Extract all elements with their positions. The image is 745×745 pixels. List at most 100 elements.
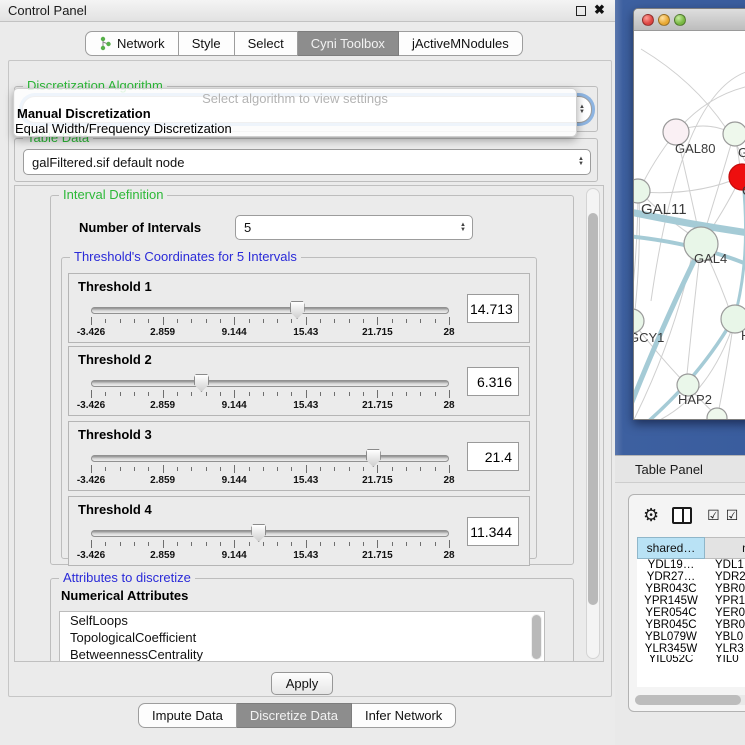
node-ga [723,122,745,146]
tab-network[interactable]: Network [85,31,179,56]
node-label: GAL80 [675,141,715,156]
tab-jactivemnodules[interactable]: jActiveMNodules [399,31,523,56]
node-label: GAL4 [694,251,727,266]
close-traffic-light-icon[interactable] [642,14,654,26]
table-data-combobox[interactable]: galFiltered.sif default node ▲▼ [23,149,591,175]
threshold-value-field[interactable] [467,442,519,471]
table-data-value: galFiltered.sif default node [32,155,184,170]
attributes-group: Attributes to discretize Numerical Attri… [50,578,574,662]
control-panel-title: Control Panel [8,3,87,18]
bottom-tabbar: Impute Data Discretize Data Infer Networ… [138,703,456,728]
screen: Control Panel ✖ Network Style Select Cyn… [0,0,745,745]
table-row[interactable]: YBR045CYBR0 [637,619,745,631]
select-all-checkbox-icon[interactable]: ☑ [707,507,720,524]
table-row[interactable]: YER054CYER0 [637,607,745,619]
network-window-titlebar[interactable] [634,9,745,31]
combo-spinner-icon[interactable]: ▲▼ [579,105,585,115]
slider-ticks [91,465,449,474]
tab-discretize-data[interactable]: Discretize Data [237,703,352,728]
table-row[interactable]: YDR27…YDR2 [637,571,745,583]
node-table: shared… n YDL19…YDL1 YDR27…YDR2 YBR043CY… [637,537,745,687]
tab-impute-data[interactable]: Impute Data [138,703,237,728]
table-row[interactable]: YIL052CYIL0 [637,655,745,663]
popup-option-manual-discretization[interactable]: Manual Discretization [17,106,151,121]
slider-track[interactable] [91,530,449,537]
tab-label: Cyni Toolbox [311,36,385,51]
threshold-label: Threshold 1 [78,279,152,294]
slider-track[interactable] [91,380,449,387]
settings-scrollbar[interactable] [586,188,600,659]
zoom-traffic-light-icon[interactable] [674,14,686,26]
node-label: GAL11 [641,201,687,218]
slider-track[interactable] [91,307,449,314]
minimize-traffic-light-icon[interactable] [658,14,670,26]
tab-select[interactable]: Select [235,31,298,56]
threshold-2-slider[interactable]: -3.426 2.859 9.144 15.43 21.715 28 [91,380,449,410]
close-icon[interactable]: ✖ [594,2,605,18]
table-panel-title: Table Panel [635,462,703,477]
network-window[interactable]: GAL80 GA C GAL11 GAL4 GCY1 H HAP2 [633,8,745,420]
tab-infer-network[interactable]: Infer Network [352,703,456,728]
table-row[interactable]: YLR345WYLR3 [637,643,745,655]
threshold-4-box: Threshold 4 -3.426 2.859 9.144 15.43 21.… [68,496,530,566]
number-of-intervals-label: Number of Intervals [79,220,201,235]
float-window-icon[interactable] [576,6,586,16]
tab-cyni-toolbox[interactable]: Cyni Toolbox [298,31,399,56]
attributes-title: Attributes to discretize [59,570,195,585]
tab-label: jActiveMNodules [412,36,509,51]
table-row[interactable]: YPR145WYPR1 [637,595,745,607]
table-container: ⚙ ☑ ☑ shared… n YDL19…YDL1 YDR27…YDR2 YB… [628,494,745,712]
threshold-3-slider[interactable]: -3.426 2.859 9.144 15.43 21.715 28 [91,455,449,485]
column-header-shared-name[interactable]: shared… [637,537,705,559]
table-toolbar: ⚙ ☑ ☑ [629,495,745,535]
popup-prompt: Select algorithm to view settings [14,91,576,106]
threshold-value-field[interactable] [467,367,519,396]
number-of-intervals-value: 5 [244,220,251,235]
tab-style[interactable]: Style [179,31,235,56]
slider-tick-labels: -3.426 2.859 9.144 15.43 21.715 28 [91,550,449,561]
combo-spinner-icon[interactable]: ▲▼ [460,223,466,233]
column-header-name[interactable]: n [705,537,745,559]
threshold-1-slider[interactable]: -3.426 2.859 9.144 15.43 21.715 28 [91,307,449,337]
list-item[interactable]: SelfLoops [60,612,544,629]
list-scrollbar[interactable] [531,614,542,660]
gear-icon[interactable]: ⚙ [643,506,659,524]
table-data-group: Table Data galFiltered.sif default node … [14,138,598,182]
table-row[interactable]: YDL19…YDL1 [637,559,745,571]
number-of-intervals-combobox[interactable]: 5 ▲▼ [235,215,473,240]
threshold-3-box: Threshold 3 -3.426 2.859 9.144 15.43 21.… [68,421,530,491]
threshold-value-field[interactable] [467,517,519,546]
table-row[interactable]: YBL079WYBL0 [637,631,745,643]
list-item[interactable]: TopologicalCoefficient [60,629,544,646]
list-item[interactable]: BetweennessCentrality [60,646,544,662]
slider-tick-labels: -3.426 2.859 9.144 15.43 21.715 28 [91,327,449,338]
thresholds-title: Threshold's Coordinates for 5 Intervals [70,249,301,264]
columns-icon[interactable] [672,507,692,524]
network-canvas[interactable]: GAL80 GA C GAL11 GAL4 GCY1 H HAP2 [634,31,745,420]
tab-label: Impute Data [152,708,223,723]
slider-track[interactable] [91,455,449,462]
tab-label: Discretize Data [250,708,338,723]
tab-label: Select [248,36,284,51]
cyni-panel: Discretization Algorithm ▲▼ Table Data g… [8,60,612,697]
apply-button[interactable]: Apply [271,672,333,695]
node-label: GA [738,145,745,160]
threshold-label: Threshold 2 [78,352,152,367]
network-icon [99,36,112,51]
tab-label: Infer Network [365,708,442,723]
select-none-checkbox-icon[interactable]: ☑ [726,507,739,524]
table-header-row: shared… n [637,537,745,559]
top-tabbar: Network Style Select Cyni Toolbox jActiv… [85,31,523,56]
network-graph: GAL80 GA C GAL11 GAL4 GCY1 H HAP2 [634,31,745,420]
table-panel-body: ⚙ ☑ ☑ shared… n YDL19…YDL1 YDR27…YDR2 YB… [615,483,745,745]
threshold-4-slider[interactable]: -3.426 2.859 9.144 15.43 21.715 28 [91,530,449,560]
settings-viewport: Interval Definition Number of Intervals … [14,185,604,662]
slider-ticks [91,390,449,399]
threshold-2-box: Threshold 2 -3.426 2.859 9.144 15.43 21.… [68,346,530,416]
combo-spinner-icon[interactable]: ▲▼ [578,157,584,167]
popup-option-equal-width-frequency[interactable]: Equal Width/Frequency Discretization [15,121,232,136]
table-row[interactable]: YBR043CYBR0 [637,583,745,595]
slider-ticks [91,317,449,326]
threshold-value-field[interactable] [467,294,519,323]
table-horizontal-scrollbar[interactable] [635,695,745,705]
